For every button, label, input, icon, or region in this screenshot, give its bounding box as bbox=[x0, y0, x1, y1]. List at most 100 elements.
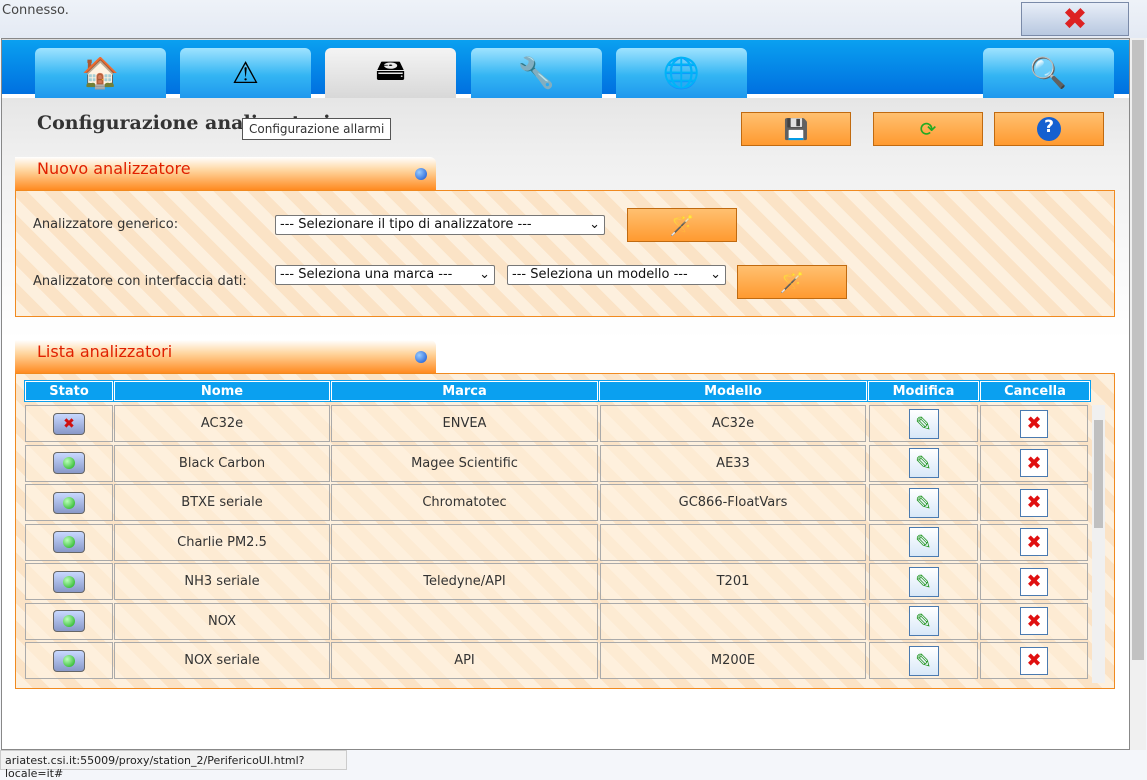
cell-nome: NOX seriale bbox=[114, 642, 330, 679]
tab-view[interactable]: 🔍 bbox=[983, 48, 1114, 98]
column-header: Cancella bbox=[979, 380, 1091, 402]
edit-pencil-icon[interactable]: ✎ bbox=[908, 487, 939, 518]
model-select[interactable]: --- Seleziona un modello --- ⌄ bbox=[507, 265, 726, 285]
tab-station-config[interactable]: 🏠 bbox=[35, 48, 166, 98]
edit-cell: ✎ bbox=[869, 523, 978, 561]
edit-cell: ✎ bbox=[869, 602, 978, 640]
delete-cell: ✖ bbox=[980, 484, 1088, 521]
analyzer-type-select[interactable]: --- Selezionare il tipo di analizzatore … bbox=[275, 215, 605, 235]
delete-icon[interactable]: ✖ bbox=[1020, 646, 1048, 675]
status-cell bbox=[25, 642, 113, 679]
cell-marca: ENVEA bbox=[331, 405, 598, 442]
magnifier-icon: 🔍 bbox=[1029, 55, 1068, 91]
delete-icon[interactable]: ✖ bbox=[1020, 409, 1048, 438]
edit-pencil-icon[interactable]: ✎ bbox=[908, 606, 939, 636]
status-cell bbox=[25, 563, 113, 600]
refresh-button[interactable]: ⟳ bbox=[873, 112, 983, 146]
magic-wand-icon: 🪄 bbox=[779, 270, 805, 294]
save-button[interactable]: 💾 bbox=[741, 112, 851, 146]
board-tools-icon: 🔧 bbox=[517, 55, 556, 91]
data-interface-label: Analizzatore con interfaccia dati: bbox=[33, 274, 247, 289]
edit-cell: ✎ bbox=[869, 484, 978, 521]
delete-icon[interactable]: ✖ bbox=[1020, 488, 1048, 517]
delete-icon[interactable]: ✖ bbox=[1020, 449, 1048, 477]
delete-icon[interactable]: ✖ bbox=[1020, 607, 1048, 635]
column-header: Marca bbox=[330, 380, 599, 402]
delete-cell: ✖ bbox=[980, 405, 1088, 442]
select-value: --- Seleziona un modello --- bbox=[512, 267, 688, 282]
cell-modello: GC866-FloatVars bbox=[600, 484, 866, 521]
edit-pencil-icon[interactable]: ✎ bbox=[908, 645, 939, 676]
table-scrollbar-thumb[interactable] bbox=[1094, 420, 1103, 528]
delete-icon[interactable]: ✖ bbox=[1020, 567, 1048, 596]
cell-nome: NOX bbox=[114, 602, 330, 640]
delete-cell: ✖ bbox=[980, 602, 1088, 640]
cell-modello bbox=[600, 523, 866, 561]
edit-cell: ✎ bbox=[869, 642, 978, 679]
status-cell: ✖ bbox=[25, 405, 113, 442]
cell-nome: BTXE seriale bbox=[114, 484, 330, 521]
cell-marca bbox=[331, 602, 598, 640]
tooltip: Configurazione allarmi bbox=[242, 118, 392, 140]
edit-pencil-icon[interactable]: ✎ bbox=[908, 566, 939, 597]
connection-status: Connesso. bbox=[2, 3, 69, 18]
delete-icon[interactable]: ✖ bbox=[1020, 528, 1048, 556]
close-button[interactable]: ✖ bbox=[1021, 1, 1129, 37]
delete-cell: ✖ bbox=[980, 642, 1088, 679]
chevron-down-icon: ⌄ bbox=[479, 267, 490, 282]
column-header: Modifica bbox=[867, 380, 980, 402]
magic-wand-icon: 🪄 bbox=[669, 213, 695, 237]
drive-tools-icon: 🖴 bbox=[375, 52, 406, 88]
status-ok-icon bbox=[53, 452, 85, 474]
delete-cell: ✖ bbox=[980, 444, 1088, 482]
cell-nome: Charlie PM2.5 bbox=[114, 523, 330, 561]
edit-pencil-icon[interactable]: ✎ bbox=[908, 448, 939, 478]
collapse-icon[interactable] bbox=[415, 168, 427, 180]
section-title: Lista analizzatori bbox=[37, 342, 173, 361]
status-ok-icon bbox=[53, 491, 85, 514]
cell-modello bbox=[600, 602, 866, 640]
new-analyzer-header: Nuovo analizzatore bbox=[15, 157, 436, 190]
edit-cell: ✎ bbox=[869, 444, 978, 482]
generic-label: Analizzatore generico: bbox=[33, 217, 179, 232]
help-icon: ? bbox=[1037, 117, 1061, 141]
tab-board-config[interactable]: 🔧 bbox=[471, 48, 602, 98]
cell-marca: Chromatotec bbox=[331, 484, 598, 521]
create-generic-button[interactable]: 🪄 bbox=[627, 208, 737, 242]
close-icon: ✖ bbox=[1062, 1, 1088, 37]
tab-analyzers-config[interactable]: 🖴 bbox=[325, 48, 456, 98]
select-value: --- Seleziona una marca --- bbox=[280, 267, 453, 282]
cell-nome: Black Carbon bbox=[114, 444, 330, 482]
status-ok-icon bbox=[53, 610, 85, 632]
cell-modello: M200E bbox=[600, 642, 866, 679]
edit-pencil-icon[interactable]: ✎ bbox=[908, 527, 939, 557]
column-header: Nome bbox=[113, 380, 331, 402]
edit-pencil-icon[interactable]: ✎ bbox=[908, 408, 939, 439]
status-error-icon: ✖ bbox=[53, 412, 85, 435]
collapse-icon[interactable] bbox=[415, 351, 427, 363]
status-cell bbox=[25, 523, 113, 561]
house-tools-icon: 🏠 bbox=[81, 55, 120, 91]
status-cell bbox=[25, 444, 113, 482]
cell-nome: AC32e bbox=[114, 405, 330, 442]
floppy-icon: 💾 bbox=[783, 117, 809, 141]
brand-select[interactable]: --- Seleziona una marca --- ⌄ bbox=[275, 265, 495, 285]
delete-cell: ✖ bbox=[980, 523, 1088, 561]
cell-marca: API bbox=[331, 642, 598, 679]
cell-modello: T201 bbox=[600, 563, 866, 600]
page-scrollbar-thumb[interactable] bbox=[1132, 40, 1144, 660]
status-cell bbox=[25, 602, 113, 640]
cell-modello: AE33 bbox=[600, 444, 866, 482]
tab-alarms-config[interactable]: ⚠ bbox=[180, 48, 311, 98]
help-button[interactable]: ? bbox=[994, 112, 1104, 146]
cell-nome: NH3 seriale bbox=[114, 563, 330, 600]
column-header: Modello bbox=[598, 380, 868, 402]
create-data-button[interactable]: 🪄 bbox=[737, 265, 847, 299]
edit-cell: ✎ bbox=[869, 405, 978, 442]
status-ok-icon bbox=[53, 649, 85, 672]
chevron-down-icon: ⌄ bbox=[589, 217, 600, 232]
top-status-bar bbox=[0, 0, 1147, 38]
new-analyzer-panel bbox=[15, 190, 1115, 317]
refresh-icon: ⟳ bbox=[919, 117, 937, 141]
tab-network[interactable]: 🌐 bbox=[616, 48, 747, 98]
